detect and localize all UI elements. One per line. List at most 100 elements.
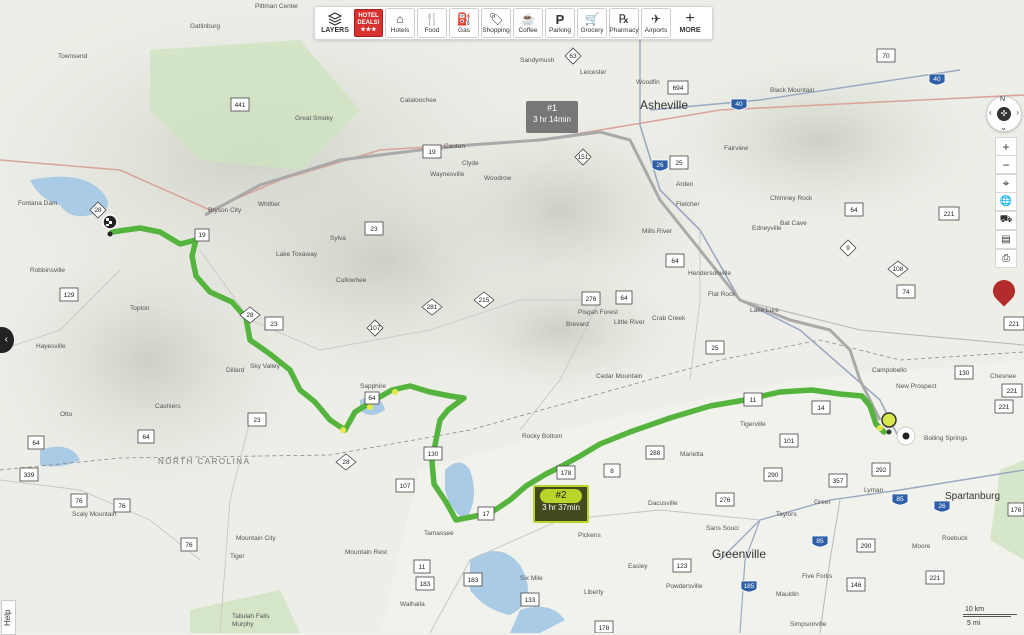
car-icon: ⛟ — [999, 214, 1013, 225]
category-shopping[interactable]: 🏷 Shopping — [481, 8, 511, 38]
rotate-down-icon[interactable]: ⌄ — [1000, 123, 1007, 132]
pharmacy-icon: ℞ — [618, 12, 630, 26]
place-label: Dillard — [226, 367, 245, 374]
zoom-out-button[interactable]: − — [995, 155, 1017, 174]
print-button[interactable]: ⎙ — [995, 249, 1017, 268]
scale-bar-mi — [963, 616, 1011, 617]
place-label: Five Forks — [802, 573, 833, 580]
north-label: N — [1000, 96, 1006, 103]
shield-label: 288 — [650, 450, 661, 457]
hotel-icon: ⌂ — [396, 12, 404, 26]
shield-label: 23 — [253, 417, 261, 424]
category-hotels[interactable]: ⌂ Hotels — [385, 8, 415, 38]
shield-label: 76 — [118, 503, 126, 510]
shield-label: 28 — [94, 207, 102, 214]
category-label: Pharmacy — [609, 27, 639, 34]
place-label: Asheville — [640, 98, 688, 112]
place-label: Lyman — [864, 487, 884, 494]
place-label: Fairview — [724, 145, 749, 152]
category-food[interactable]: 🍴 Food — [417, 8, 447, 38]
shield-label: 694 — [673, 85, 684, 92]
category-airports[interactable]: ✈ Airports — [641, 8, 671, 38]
shield-label: 130 — [428, 451, 439, 458]
interstate-shield: 26 — [651, 159, 669, 172]
rotate-left-icon[interactable]: ‹ — [989, 108, 992, 117]
place-label: Brevard — [566, 321, 589, 328]
place-label: Clyde — [462, 160, 479, 167]
category-coffee[interactable]: ☕ Coffee — [513, 8, 543, 38]
place-label: Arden — [676, 181, 694, 188]
coffee-icon: ☕ — [520, 12, 536, 26]
us-shield: 14 — [811, 400, 831, 415]
place-label: Woodrow — [484, 175, 512, 182]
shield-label: 26 — [656, 162, 664, 169]
place-label: Black Mountain — [770, 87, 815, 94]
category-grocery[interactable]: 🛒 Grocery — [577, 8, 607, 38]
place-label: Tiger — [230, 553, 245, 560]
shield-label: 221 — [1007, 388, 1018, 395]
help-tab[interactable]: Help — [1, 600, 16, 635]
us-shield: 64 — [615, 290, 633, 305]
us-shield: 123 — [672, 558, 692, 573]
us-shield: 64 — [665, 253, 685, 268]
category-parking[interactable]: P Parking — [545, 8, 575, 38]
shield-label: 28 — [342, 459, 350, 466]
us-shield: 130 — [423, 446, 443, 461]
place-label: Cataloochee — [400, 97, 437, 104]
shield-label: 64 — [368, 395, 376, 402]
place-label: Bat Cave — [780, 220, 807, 227]
locate-me-button[interactable]: ⌖ — [995, 174, 1017, 193]
shield-label: 40 — [933, 76, 941, 83]
place-label: Chesnee — [990, 373, 1016, 380]
shield-label: 133 — [525, 597, 536, 604]
shield-label: 339 — [24, 472, 35, 479]
rotate-right-icon[interactable]: › — [1016, 108, 1019, 117]
shield-label: 85 — [816, 538, 824, 545]
shield-label: 123 — [677, 563, 688, 570]
us-shield: 288 — [645, 445, 665, 460]
hotel-deals-button[interactable]: HOTEL DEALS! ★★★ — [354, 8, 383, 38]
us-shield: 221 — [1003, 316, 1024, 331]
place-label: Hayesville — [36, 343, 66, 350]
place-label: Hendersonville — [688, 270, 731, 277]
minus-icon: − — [1002, 157, 1010, 172]
place-label: Greer — [814, 499, 831, 506]
route-2-tag[interactable]: #2 3 hr 37min — [533, 485, 589, 523]
place-label: Six Mile — [520, 575, 543, 582]
shield-label: 185 — [744, 583, 755, 590]
list-icon: ▤ — [1001, 234, 1011, 245]
shield-label: 76 — [75, 498, 83, 505]
category-gas[interactable]: ⛽ Gas — [449, 8, 479, 38]
us-shield: 76 — [70, 493, 88, 508]
us-shield: 101 — [779, 433, 799, 448]
shield-label: 129 — [64, 292, 75, 299]
grocery-icon: 🛒 — [584, 12, 600, 26]
category-label: Grocery — [580, 27, 604, 34]
compass-control[interactable]: N ‹ › ✣ ⌄ — [986, 96, 1022, 132]
place-label: Liberty — [584, 589, 604, 596]
shield-label: 23 — [270, 321, 278, 328]
place-label: Chimney Rock — [770, 195, 813, 202]
place-label: Mountain Rest — [345, 549, 387, 556]
category-pharmacy[interactable]: ℞ Pharmacy — [609, 8, 639, 38]
layers-button[interactable]: LAYERS — [318, 8, 352, 38]
shield-label: 441 — [235, 102, 246, 109]
map-canvas[interactable]: Asheville Greenville Spartanburg Pittman… — [0, 0, 1024, 633]
us-shield: 23 — [264, 316, 284, 331]
more-button[interactable]: + MORE — [673, 8, 707, 38]
globe-button[interactable]: 🌐 — [995, 192, 1017, 211]
place-label: New Prospect — [896, 383, 937, 390]
shield-label: 64 — [671, 258, 679, 265]
interstate-shield: 40 — [928, 73, 946, 86]
shield-label: 178 — [599, 625, 610, 632]
us-shield: 76 — [180, 537, 198, 552]
directions-list-button[interactable]: ▤ — [995, 230, 1017, 249]
place-label: Murphy — [232, 621, 254, 628]
vehicle-button[interactable]: ⛟ — [995, 211, 1017, 230]
zoom-in-button[interactable]: + — [995, 137, 1017, 156]
route-1-tag[interactable]: #1 3 hr 14min — [526, 101, 578, 133]
shield-label: 221 — [930, 575, 941, 582]
us-shield: 23 — [247, 412, 267, 427]
plus-icon: + — [1002, 139, 1010, 154]
us-shield: 276 — [715, 492, 735, 507]
